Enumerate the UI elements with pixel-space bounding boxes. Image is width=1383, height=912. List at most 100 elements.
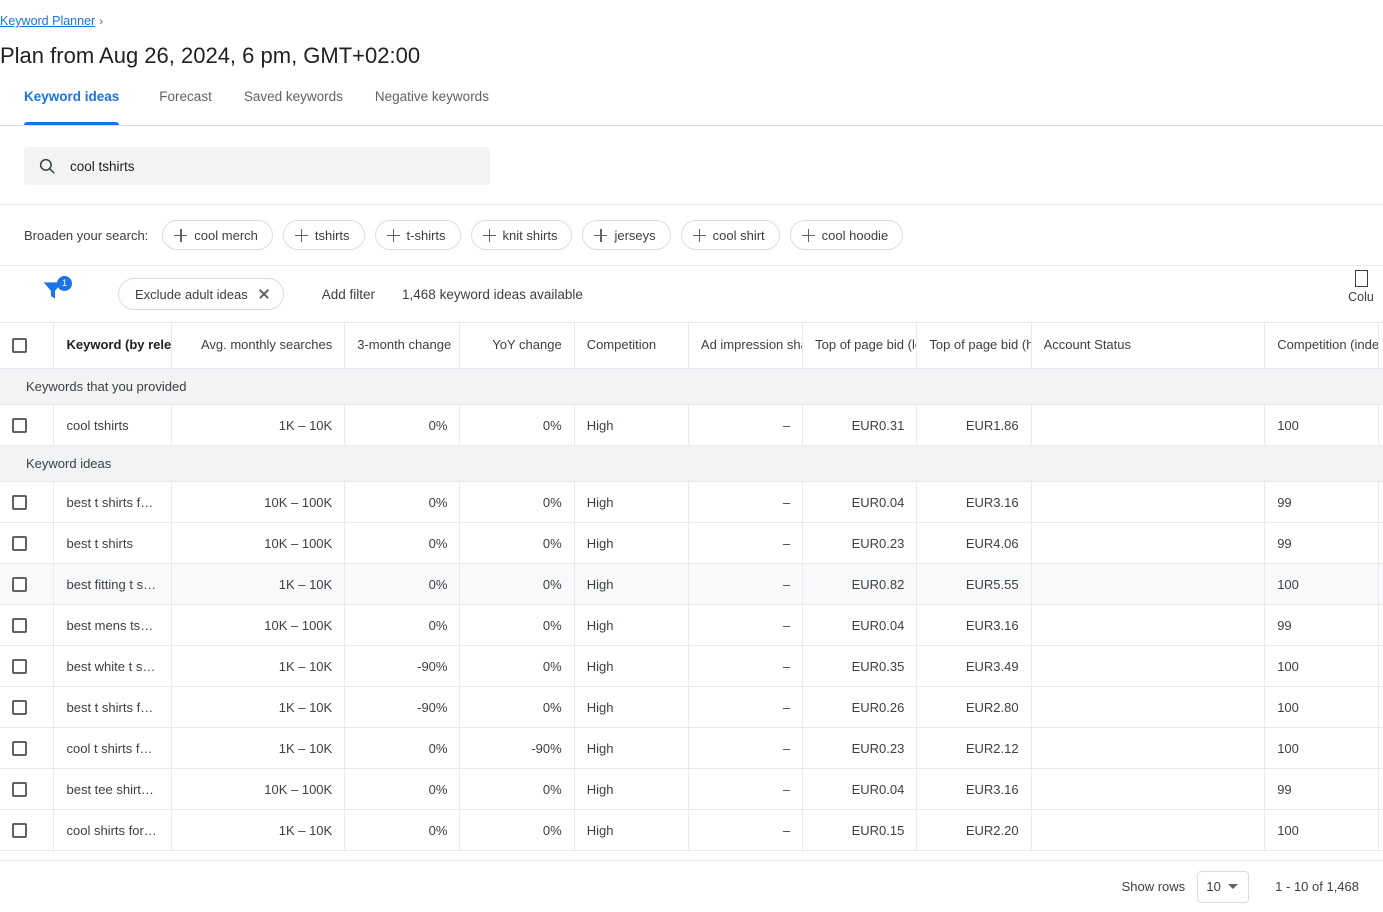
row-checkbox[interactable] <box>12 536 27 551</box>
table-row[interactable]: best t shirts for …1K – 10K-90%0%High–EU… <box>0 687 1383 728</box>
table-row[interactable]: best fitting t shi…1K – 10K0%0%High–EUR0… <box>0 564 1383 605</box>
breadcrumb-link-keyword-planner[interactable]: Keyword Planner <box>0 14 95 28</box>
cell-competition: High <box>574 646 688 687</box>
table-row[interactable]: cool t shirts for …1K – 10K0%-90%High–EU… <box>0 728 1383 769</box>
cell-competition: High <box>574 605 688 646</box>
table-row[interactable]: best mens tshirts10K – 100K0%0%High–EUR0… <box>0 605 1383 646</box>
add-filter-button[interactable]: Add filter <box>322 287 375 302</box>
cell-bidhigh: EUR2.12 <box>917 728 1031 769</box>
column-header-competition-indexed[interactable]: Competition (indexed value) <box>1265 323 1379 369</box>
cell-m3: 0% <box>345 810 460 851</box>
column-header-avg-monthly-searches[interactable]: Avg. monthly searches <box>171 323 344 369</box>
row-checkbox[interactable] <box>12 700 27 715</box>
broaden-chip-jerseys[interactable]: jerseys <box>582 220 670 250</box>
cell-avg: 1K – 10K <box>171 564 344 605</box>
row-checkbox[interactable] <box>12 495 27 510</box>
cell-keyword: best mens tshirts <box>54 605 171 646</box>
tab-forecast[interactable]: Forecast <box>143 88 228 125</box>
cell-competition: High <box>574 564 688 605</box>
column-header-3-month-change[interactable]: 3-month change <box>345 323 460 369</box>
cell-avg: 10K – 100K <box>171 523 344 564</box>
column-header-account-status[interactable]: Account Status <box>1031 323 1265 369</box>
filter-chip-exclude-adult-ideas[interactable]: Exclude adult ideas <box>118 278 284 310</box>
close-icon[interactable] <box>258 288 270 300</box>
column-header-top-of-page-bid-low[interactable]: Top of page bid (low range) <box>803 323 917 369</box>
cell-cidx: 99 <box>1265 769 1379 810</box>
row-checkbox[interactable] <box>12 782 27 797</box>
broaden-chip-cool-hoodie[interactable]: cool hoodie <box>790 220 904 250</box>
table-section-header: Keyword ideas <box>0 446 1383 482</box>
tab-negative-keywords[interactable]: Negative keywords <box>359 88 505 125</box>
cell-yoy: 0% <box>460 769 574 810</box>
row-select-cell <box>0 810 54 851</box>
plus-icon <box>387 229 400 242</box>
row-select-cell <box>0 605 54 646</box>
show-rows-label: Show rows <box>1122 879 1186 894</box>
keyword-idea-count: 1,468 keyword ideas available <box>402 287 583 302</box>
column-header-ad-impression-share[interactable]: Ad impression share <box>688 323 802 369</box>
table-row[interactable]: best tee shirts f…10K – 100K0%0%High–EUR… <box>0 769 1383 810</box>
column-header-impressions[interactable]: impress <box>1379 323 1383 369</box>
row-select-cell <box>0 769 54 810</box>
breadcrumb: Keyword Planner › <box>0 12 103 30</box>
broaden-chip-tshirts[interactable]: tshirts <box>283 220 365 250</box>
cell-competition: High <box>574 405 688 446</box>
cell-m3: 0% <box>345 728 460 769</box>
broaden-chip-cool-shirt[interactable]: cool shirt <box>681 220 780 250</box>
broaden-chip-knit-shirts[interactable]: knit shirts <box>471 220 573 250</box>
row-checkbox[interactable] <box>12 823 27 838</box>
search-input-value: cool tshirts <box>70 159 135 174</box>
table-row[interactable]: best t shirts for …10K – 100K0%0%High–EU… <box>0 482 1383 523</box>
keyword-table-container[interactable]: Keyword (by relevance) Avg. monthly sear… <box>0 322 1383 860</box>
cell-cidx: 100 <box>1265 646 1379 687</box>
broaden-search-bar: Broaden your search: cool merch tshirts … <box>0 205 1383 266</box>
table-row[interactable]: best white t shir…1K – 10K-90%0%High–EUR… <box>0 646 1383 687</box>
cell-ais: – <box>688 646 802 687</box>
select-all-checkbox[interactable] <box>12 338 27 353</box>
tab-saved-keywords[interactable]: Saved keywords <box>228 88 359 125</box>
row-checkbox[interactable] <box>12 577 27 592</box>
column-header-keyword[interactable]: Keyword (by relevance) <box>54 323 171 369</box>
column-header-top-of-page-bid-high[interactable]: Top of page bid (high range) <box>917 323 1031 369</box>
columns-button[interactable]: Colu <box>1337 270 1383 304</box>
cell-cidx: 100 <box>1265 728 1379 769</box>
cell-m3: 0% <box>345 405 460 446</box>
row-checkbox[interactable] <box>12 741 27 756</box>
column-header-avg-label: Avg. monthly searches <box>184 337 332 353</box>
cell-avg: 1K – 10K <box>171 646 344 687</box>
pagination-range: 1 - 10 of 1,468 <box>1275 879 1359 894</box>
filter-button[interactable]: 1 <box>40 277 74 311</box>
breadcrumb-separator-icon: › <box>99 14 103 28</box>
table-row[interactable]: cool shirts for …1K – 10K0%0%High–EUR0.1… <box>0 810 1383 851</box>
cell-account <box>1031 769 1265 810</box>
table-row[interactable]: cool tshirts1K – 10K0%0%High–EUR0.31EUR1… <box>0 405 1383 446</box>
column-header-competition[interactable]: Competition <box>574 323 688 369</box>
row-checkbox[interactable] <box>12 418 27 433</box>
plus-icon <box>483 229 496 242</box>
row-checkbox[interactable] <box>12 659 27 674</box>
cell-imp <box>1379 482 1383 523</box>
cell-keyword: best fitting t shi… <box>54 564 171 605</box>
column-header-yoy-change[interactable]: YoY change <box>460 323 574 369</box>
tab-keyword-ideas[interactable]: Keyword ideas <box>0 88 143 125</box>
cell-competition: High <box>574 482 688 523</box>
cell-bidlow: EUR0.23 <box>803 728 917 769</box>
cell-cidx: 100 <box>1265 564 1379 605</box>
search-input[interactable]: cool tshirts <box>24 147 490 185</box>
broaden-chip-label: t-shirts <box>407 228 446 243</box>
cell-cidx: 99 <box>1265 523 1379 564</box>
rows-per-page-select[interactable]: 10 <box>1197 871 1249 903</box>
broaden-chip-t-shirts[interactable]: t-shirts <box>375 220 461 250</box>
cell-ais: – <box>688 482 802 523</box>
cell-account <box>1031 646 1265 687</box>
broaden-chip-cool-merch[interactable]: cool merch <box>162 220 273 250</box>
row-checkbox[interactable] <box>12 618 27 633</box>
cell-avg: 1K – 10K <box>171 810 344 851</box>
broaden-chip-label: tshirts <box>315 228 350 243</box>
cell-bidlow: EUR0.15 <box>803 810 917 851</box>
cell-avg: 1K – 10K <box>171 687 344 728</box>
cell-keyword: cool shirts for … <box>54 810 171 851</box>
table-header-row: Keyword (by relevance) Avg. monthly sear… <box>0 323 1383 369</box>
table-row[interactable]: best t shirts10K – 100K0%0%High–EUR0.23E… <box>0 523 1383 564</box>
cell-account <box>1031 810 1265 851</box>
